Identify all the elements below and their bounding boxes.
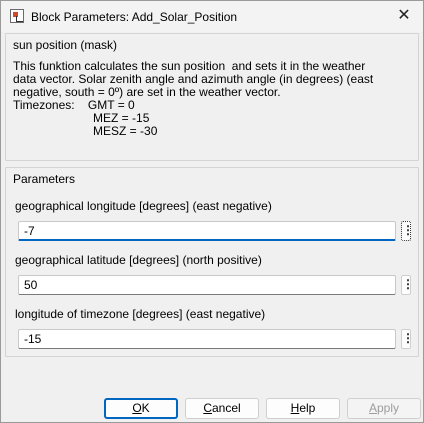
longitude-input[interactable]	[18, 221, 396, 241]
block-parameters-dialog: Block Parameters: Add_Solar_Position ✕ s…	[0, 0, 424, 423]
simulink-block-icon	[10, 9, 24, 23]
vertical-ellipsis-icon: ⋮	[402, 277, 414, 291]
timezone-longitude-label: longitude of timezone [degrees] (east ne…	[15, 307, 266, 321]
timezone-longitude-input[interactable]	[18, 329, 396, 349]
vertical-ellipsis-icon: ⋮	[402, 331, 414, 345]
latitude-menu-button[interactable]: ⋮	[401, 275, 414, 295]
timezone-longitude-menu-button[interactable]: ⋮	[401, 329, 414, 349]
vertical-ellipsis-icon: ⋮	[402, 223, 414, 237]
ok-button[interactable]: OK	[104, 398, 178, 419]
help-button[interactable]: Help	[266, 398, 340, 419]
latitude-label: geographical latitude [degrees] (north p…	[15, 253, 262, 267]
title-bar[interactable]: Block Parameters: Add_Solar_Position ✕	[1, 1, 423, 32]
close-button[interactable]: ✕	[393, 6, 415, 26]
mask-description: This funktion calculates the sun positio…	[13, 59, 374, 138]
parameters-group-label: Parameters	[13, 172, 76, 186]
cancel-button[interactable]: Cancel	[185, 398, 259, 419]
latitude-input[interactable]	[18, 275, 396, 295]
longitude-menu-button[interactable]: ⋮	[401, 221, 414, 241]
parameters-group: Parameters geographical longitude [degre…	[5, 167, 419, 357]
apply-button[interactable]: Apply	[347, 398, 421, 419]
mask-description-group: sun position (mask) This funktion calcul…	[5, 33, 419, 161]
longitude-label: geographical longitude [degrees] (east n…	[15, 199, 272, 213]
window-title: Block Parameters: Add_Solar_Position	[31, 10, 238, 24]
mask-group-label: sun position (mask)	[13, 38, 118, 52]
close-icon: ✕	[397, 7, 411, 24]
